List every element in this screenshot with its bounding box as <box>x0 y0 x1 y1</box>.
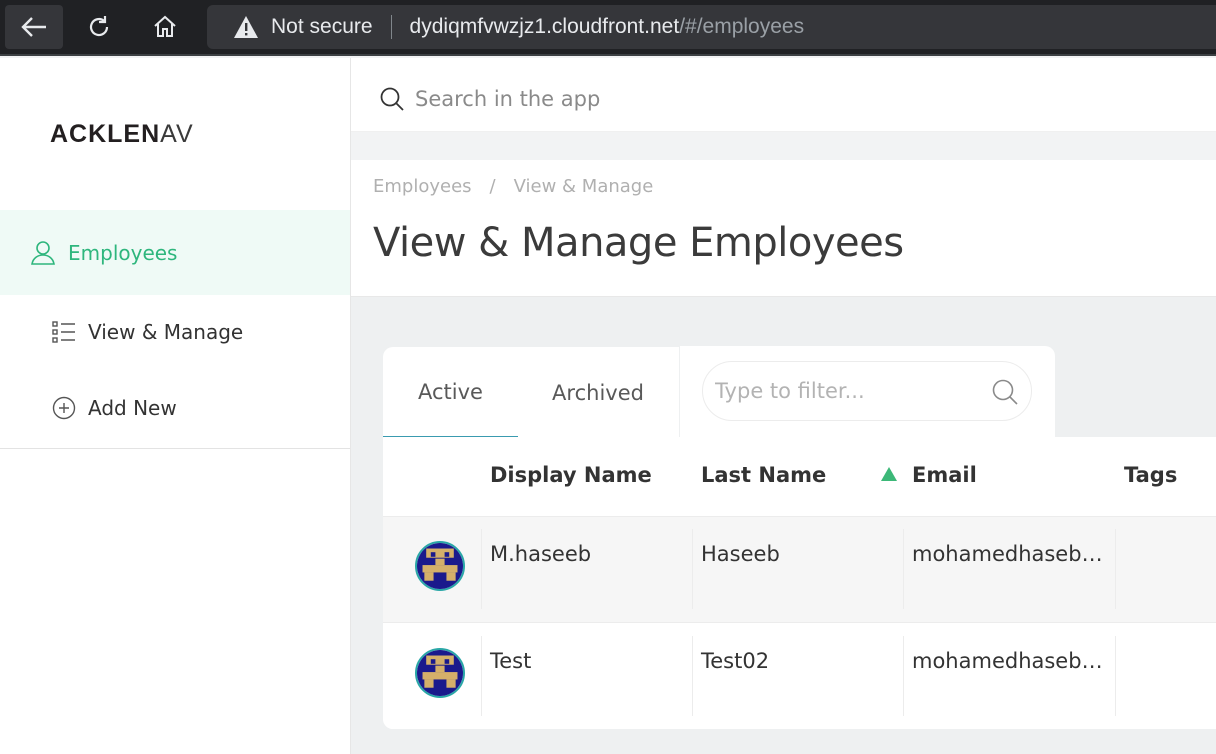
column-header-display-name[interactable]: Display Name <box>490 463 652 487</box>
column-divider <box>481 529 482 609</box>
sidebar-divider <box>0 448 350 449</box>
search-icon <box>380 87 404 111</box>
breadcrumb-separator: / <box>489 176 496 197</box>
person-icon <box>31 240 55 265</box>
column-divider <box>1115 529 1116 609</box>
logo-text-bold: ACKLEN <box>50 120 161 148</box>
company-logo[interactable]: ACKLENAV <box>50 120 200 149</box>
sidebar: ACKLENAV Employees View & Manage Add New <box>0 58 351 754</box>
avatar-image <box>417 650 463 696</box>
tab-archived[interactable]: Archived <box>518 347 678 438</box>
filter-box <box>702 361 1032 421</box>
employees-table: Display Name Last Name Email Tags M.hase… <box>383 437 1216 729</box>
avatar-image <box>417 543 463 589</box>
page-header: Employees / View & Manage View & Manage … <box>351 160 1216 297</box>
cell-last-name: Haseeb <box>701 542 780 566</box>
cell-last-name: Test02 <box>701 649 770 673</box>
home-button[interactable] <box>136 5 194 49</box>
filter-panel <box>680 346 1055 438</box>
breadcrumb: Employees / View & Manage <box>373 176 653 197</box>
table-row[interactable]: Test Test02 mohamedhaseb9... <box>383 624 1216 729</box>
column-divider <box>1115 636 1116 716</box>
cell-email: mohamedhaseb9... <box>912 649 1112 673</box>
address-bar[interactable]: Not secure dydiqmfvwzjz1.cloudfront.net /… <box>207 5 1216 49</box>
url-path: /#/employees <box>679 15 805 38</box>
cell-display-name: Test <box>490 649 532 673</box>
plus-circle-icon <box>52 396 76 420</box>
column-divider <box>692 636 693 716</box>
avatar <box>415 541 465 591</box>
sidebar-item-employees[interactable]: Employees <box>0 210 350 295</box>
search-input[interactable] <box>415 87 915 111</box>
security-status[interactable]: Not secure <box>271 15 373 39</box>
table-header: Display Name Last Name Email Tags <box>383 437 1216 517</box>
url-host: dydiqmfvwzjz1.cloudfront.net <box>409 15 680 38</box>
sidebar-item-view-manage[interactable]: View & Manage <box>52 320 243 344</box>
reload-button[interactable] <box>70 5 128 49</box>
status-tabs: Active Archived <box>383 347 679 438</box>
column-header-last-name[interactable]: Last Name <box>701 463 826 487</box>
top-bar <box>351 58 1216 132</box>
cell-email: mohamedhaseb9... <box>912 542 1112 566</box>
cell-display-name: M.haseeb <box>490 542 592 566</box>
column-divider <box>903 636 904 716</box>
sidebar-item-label: Employees <box>68 240 178 265</box>
breadcrumb-item-view-manage: View & Manage <box>513 176 654 197</box>
search-icon[interactable] <box>991 378 1019 406</box>
sidebar-item-label: Add New <box>88 396 177 420</box>
browser-toolbar: Not secure dydiqmfvwzjz1.cloudfront.net /… <box>0 0 1216 56</box>
reload-icon <box>89 16 109 37</box>
list-icon <box>52 321 75 343</box>
tab-active[interactable]: Active <box>383 347 518 438</box>
column-divider <box>903 529 904 609</box>
column-header-email[interactable]: Email <box>912 463 977 487</box>
sidebar-item-label: View & Manage <box>88 320 244 344</box>
filter-input[interactable] <box>715 379 975 403</box>
table-row[interactable]: M.haseeb Haseeb mohamedhaseb9... <box>383 517 1216 623</box>
sidebar-item-add-new[interactable]: Add New <box>52 396 177 420</box>
column-divider <box>481 636 482 716</box>
address-divider <box>390 15 392 39</box>
logo-text-light: AV <box>160 120 194 148</box>
column-header-tags[interactable]: Tags <box>1124 463 1177 487</box>
avatar <box>415 648 465 698</box>
column-divider <box>692 529 693 609</box>
sort-ascending-icon[interactable] <box>881 467 897 481</box>
arrow-left-icon <box>21 17 46 37</box>
home-icon <box>154 15 176 37</box>
page-title: View & Manage Employees <box>373 220 904 266</box>
back-button[interactable] <box>5 5 63 49</box>
breadcrumb-item-employees[interactable]: Employees <box>373 176 472 197</box>
app-search <box>379 86 915 112</box>
warning-icon <box>234 16 258 38</box>
